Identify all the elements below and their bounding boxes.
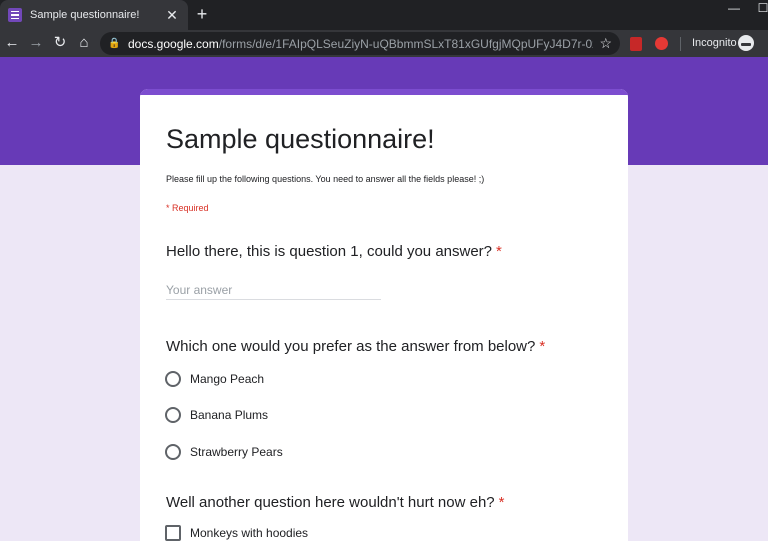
- forward-icon[interactable]: →: [26, 33, 46, 53]
- checkbox-option-monkeys-with-hoodies[interactable]: Monkeys with hoodies: [165, 523, 308, 541]
- tab-title: Sample questionnaire!: [30, 9, 140, 21]
- forms-favicon-icon: [8, 8, 22, 22]
- reload-icon[interactable]: ↻: [50, 33, 70, 53]
- radio-option-mango-peach[interactable]: Mango Peach: [165, 369, 264, 389]
- incognito-icon[interactable]: [738, 35, 754, 51]
- question-1-answer-input[interactable]: [166, 280, 381, 300]
- url-path: /forms/d/e/1FAIpQLSeuZiyN-uQBbmmSLxT81xG…: [218, 36, 594, 51]
- required-star: *: [496, 243, 502, 260]
- form-card: Sample questionnaire! Please fill up the…: [140, 89, 628, 541]
- tab-strip: Sample questionnaire! ✕ + — ☐: [0, 0, 768, 30]
- form-description: Please fill up the following questions. …: [166, 174, 485, 184]
- new-tab-button[interactable]: +: [192, 4, 212, 24]
- radio-option-banana-plums[interactable]: Banana Plums: [165, 405, 268, 425]
- back-icon[interactable]: ←: [2, 33, 22, 53]
- form-title: Sample questionnaire!: [166, 124, 435, 154]
- address-bar[interactable]: 🔒 docs.google.com/forms/d/e/1FAIpQLSeuZi…: [100, 32, 620, 55]
- star-icon[interactable]: ☆: [599, 35, 612, 52]
- url-host: docs.google.com: [128, 36, 219, 51]
- incognito-label: Incognito: [692, 37, 737, 49]
- option-label: Monkeys with hoodies: [190, 526, 309, 540]
- option-label: Strawberry Pears: [190, 445, 283, 459]
- lock-icon[interactable]: 🔒: [108, 38, 122, 49]
- question-3-title: Well another question here wouldn't hurt…: [166, 494, 504, 511]
- extension-book-icon[interactable]: [630, 37, 642, 51]
- browser-toolbar: ← → ↻ ⌂ 🔒 docs.google.com/forms/d/e/1FAI…: [0, 30, 768, 57]
- option-label: Mango Peach: [190, 372, 265, 386]
- radio-button[interactable]: [165, 444, 181, 460]
- radio-option-strawberry-pears[interactable]: Strawberry Pears: [165, 442, 283, 462]
- toolbar-divider: [680, 37, 681, 51]
- radio-button[interactable]: [165, 407, 181, 423]
- url-text[interactable]: docs.google.com/forms/d/e/1FAIpQLSeuZiyN…: [128, 37, 593, 51]
- question-2-text: Which one would you prefer as the answer…: [166, 338, 536, 355]
- tab-close-icon[interactable]: ✕: [164, 7, 180, 24]
- maximize-button[interactable]: ☐: [745, 0, 768, 16]
- extension-shield-icon[interactable]: [655, 37, 668, 50]
- required-note: * Required: [166, 203, 209, 213]
- card-accent-bar: [140, 89, 628, 95]
- radio-button[interactable]: [165, 371, 181, 387]
- required-star: *: [498, 494, 505, 511]
- active-tab[interactable]: Sample questionnaire! ✕: [0, 0, 188, 30]
- question-1-title: Hello there, this is question 1, could y…: [166, 243, 502, 260]
- question-3-text: Well another question here wouldn't hurt…: [166, 494, 495, 511]
- checkbox[interactable]: [165, 525, 181, 541]
- option-label: Banana Plums: [190, 408, 269, 422]
- required-star: *: [539, 338, 546, 355]
- home-icon[interactable]: ⌂: [74, 33, 94, 53]
- question-1-text: Hello there, this is question 1, could y…: [166, 243, 493, 260]
- question-2-title: Which one would you prefer as the answer…: [166, 338, 545, 355]
